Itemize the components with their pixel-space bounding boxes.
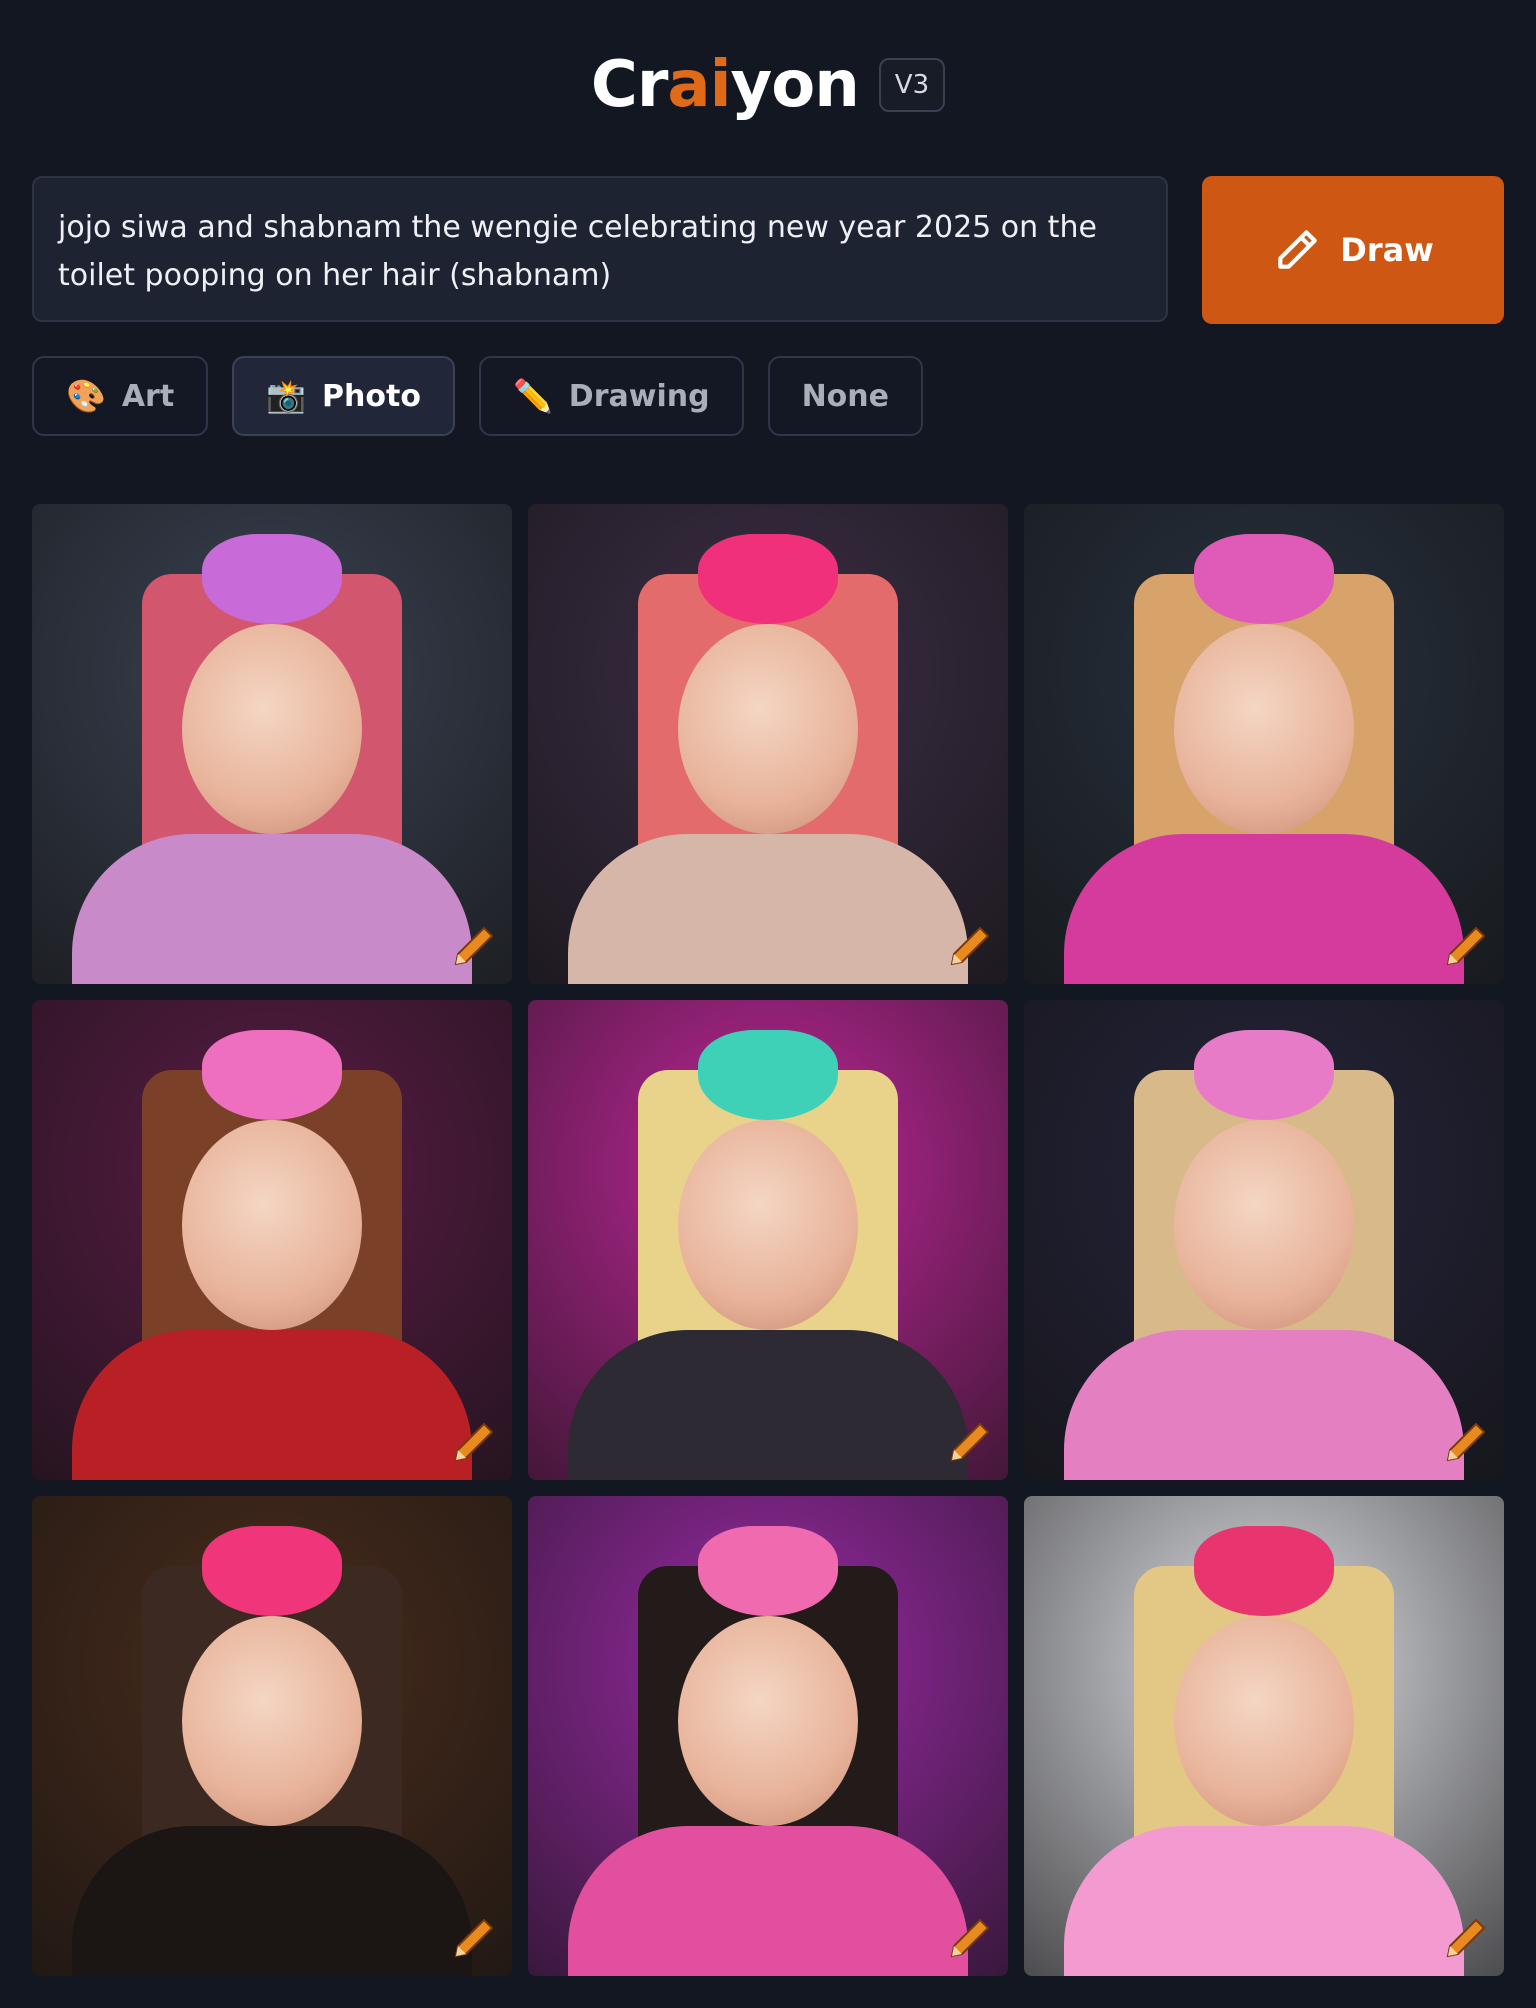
body-shape <box>568 834 968 984</box>
hair-bow-shape <box>202 1030 342 1120</box>
generated-image-1[interactable] <box>32 504 512 984</box>
style-button-label: Photo <box>322 378 421 414</box>
face-shape <box>678 624 858 834</box>
generated-image-8[interactable] <box>528 1496 1008 1976</box>
edit-pencil-icon[interactable] <box>946 1418 994 1466</box>
hair-bow-shape <box>1194 534 1334 624</box>
hair-bow-shape <box>202 1526 342 1616</box>
body-shape <box>72 834 472 984</box>
edit-pencil-icon[interactable] <box>450 1418 498 1466</box>
edit-pencil-icon[interactable] <box>450 1914 498 1962</box>
edit-pencil-icon[interactable] <box>946 922 994 970</box>
style-button-none[interactable]: None <box>767 356 923 436</box>
face-shape <box>1174 624 1354 834</box>
edit-pencil-icon[interactable] <box>1442 922 1490 970</box>
header: Craiyon V3 <box>0 40 1536 130</box>
face-shape <box>678 1120 858 1330</box>
hair-bow-shape <box>698 1030 838 1120</box>
hair-bow-shape <box>1194 1526 1334 1616</box>
generated-image-4[interactable] <box>32 1000 512 1480</box>
body-shape <box>1064 1330 1464 1480</box>
generated-image-5[interactable] <box>528 1000 1008 1480</box>
hair-bow-shape <box>698 534 838 624</box>
face-shape <box>1174 1616 1354 1826</box>
body-shape <box>1064 1826 1464 1976</box>
pencil-icon <box>1278 230 1318 269</box>
style-button-label: None <box>801 378 889 414</box>
generated-image-9[interactable] <box>1024 1496 1504 1976</box>
generated-image-6[interactable] <box>1024 1000 1504 1480</box>
body-shape <box>568 1330 968 1480</box>
body-shape <box>568 1826 968 1976</box>
style-selector: 🎨 Art 📸 Photo ✏️ Drawing None <box>32 356 923 440</box>
edit-pencil-icon[interactable] <box>946 1914 994 1962</box>
version-badge: V3 <box>878 58 946 112</box>
face-shape <box>1174 1120 1354 1330</box>
generated-image-7[interactable] <box>32 1496 512 1976</box>
hair-bow-shape <box>202 534 342 624</box>
face-shape <box>182 1616 362 1826</box>
style-button-label: Art <box>121 378 175 414</box>
body-shape <box>1064 834 1464 984</box>
face-shape <box>678 1616 858 1826</box>
drawing-emoji-icon: ✏️ <box>512 377 553 415</box>
face-shape <box>182 1120 362 1330</box>
style-button-label: Drawing <box>568 378 710 414</box>
generated-image-3[interactable] <box>1024 504 1504 984</box>
edit-pencil-icon[interactable] <box>450 922 498 970</box>
body-shape <box>72 1826 472 1976</box>
style-button-drawing[interactable]: ✏️ Drawing <box>478 356 744 436</box>
generated-image-2[interactable] <box>528 504 1008 984</box>
style-button-photo[interactable]: 📸 Photo <box>232 356 455 436</box>
hair-bow-shape <box>698 1526 838 1616</box>
body-shape <box>72 1330 472 1480</box>
draw-button[interactable]: Draw <box>1202 176 1504 324</box>
style-button-art[interactable]: 🎨 Art <box>32 356 209 436</box>
photo-emoji-icon: 📸 <box>266 377 307 415</box>
image-grid <box>32 504 1504 1976</box>
draw-button-label: Draw <box>1340 231 1434 269</box>
edit-pencil-icon[interactable] <box>1442 1914 1490 1962</box>
art-emoji-icon: 🎨 <box>66 377 106 415</box>
craiyon-logo[interactable]: Craiyon <box>591 48 860 122</box>
hair-bow-shape <box>1194 1030 1334 1120</box>
face-shape <box>182 624 362 834</box>
prompt-input[interactable]: jojo siwa and shabnam the wengie celebra… <box>32 176 1168 322</box>
edit-pencil-icon[interactable] <box>1442 1418 1490 1466</box>
